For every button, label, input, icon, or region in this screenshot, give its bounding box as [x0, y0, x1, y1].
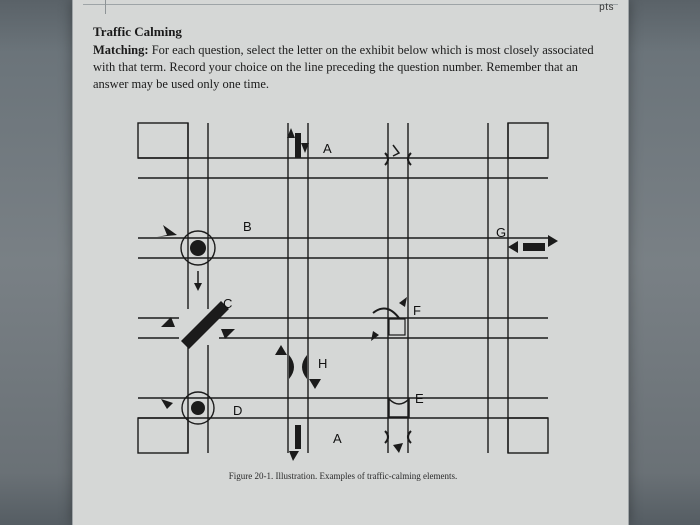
figure-svg: A B G — [93, 103, 593, 483]
element-E — [389, 399, 409, 417]
label-A-top: A — [323, 141, 332, 156]
figure-caption: Figure 20-1. Illustration. Examples of t… — [93, 471, 593, 481]
content-area: Traffic Calming Matching: For each quest… — [93, 24, 613, 483]
label-G: G — [496, 225, 506, 240]
instructions-body: For each question, select the letter on … — [93, 43, 594, 91]
header-vertical-rule — [105, 0, 106, 14]
label-D: D — [233, 403, 242, 418]
points-fragment: pts — [599, 2, 614, 13]
figure: A B G — [93, 103, 593, 483]
label-C: C — [223, 296, 232, 311]
element-F — [371, 297, 407, 341]
instructions: Matching: For each question, select the … — [93, 42, 613, 93]
label-B: B — [243, 219, 252, 234]
label-H: H — [318, 356, 327, 371]
document-page: pts Traffic Calming Matching: For each q… — [72, 0, 629, 525]
label-A-bottom: A — [333, 431, 342, 446]
element-A-bottom — [289, 425, 411, 461]
label-E: E — [415, 391, 424, 406]
instructions-lead: Matching: — [93, 43, 149, 57]
header-rule — [83, 4, 618, 5]
element-A-top — [287, 128, 411, 165]
element-H — [275, 345, 321, 389]
section-title: Traffic Calming — [93, 24, 613, 40]
label-F: F — [413, 303, 421, 318]
